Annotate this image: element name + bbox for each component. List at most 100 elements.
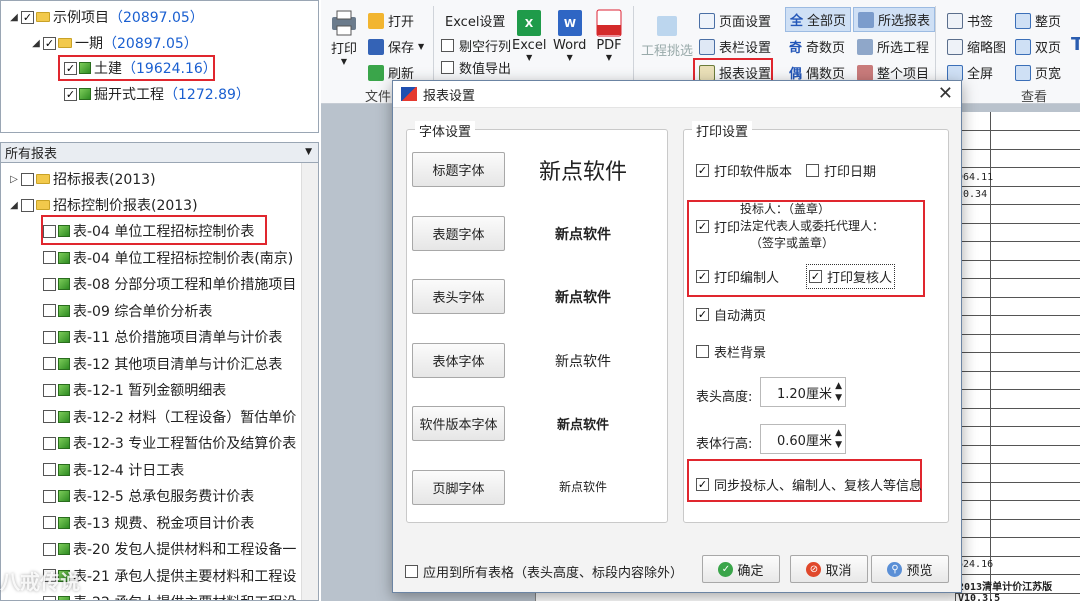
font-button[interactable]: 表头字体 bbox=[412, 279, 505, 314]
expand-icon[interactable]: ◢ bbox=[29, 38, 43, 49]
whole-page-button[interactable]: 整页 bbox=[1015, 11, 1061, 30]
report-item[interactable]: 表-21 承包人提供主要材料和工程设 bbox=[43, 566, 296, 586]
tree-node-phase[interactable]: ◢ ✓ 一期 （20897.05） bbox=[29, 33, 198, 53]
print-reviewer-checkbox[interactable]: ✓ 打印复核人 bbox=[806, 264, 896, 289]
reports-dropdown[interactable]: 所有报表 ▼ bbox=[0, 142, 319, 163]
save-button[interactable]: 保存 ▼ bbox=[368, 37, 424, 56]
report-item[interactable]: 表-20 发包人提供材料和工程设备一 bbox=[43, 539, 296, 559]
print-software-version-checkbox[interactable]: ✓ 打印软件版本 bbox=[696, 161, 792, 180]
print-bidder-checkbox[interactable]: ✓ 打印 bbox=[696, 217, 740, 236]
checkbox[interactable] bbox=[43, 463, 56, 476]
checkbox[interactable]: ✓ bbox=[64, 87, 77, 101]
selected-reports-button[interactable]: 所选报表 bbox=[853, 7, 936, 32]
checkbox[interactable] bbox=[43, 516, 56, 529]
checkbox[interactable]: ✓ bbox=[43, 36, 56, 50]
checkbox[interactable] bbox=[43, 436, 56, 450]
close-icon[interactable]: ✕ bbox=[938, 83, 953, 104]
collapse-icon[interactable]: ▷ bbox=[7, 174, 21, 185]
checkbox[interactable]: ✓ bbox=[809, 270, 822, 283]
font-button[interactable]: 标题字体 bbox=[412, 152, 505, 187]
report-group[interactable]: ▷ 招标报表(2013) bbox=[7, 169, 155, 189]
report-item[interactable]: 表-12 其他项目清单与计价汇总表 bbox=[43, 354, 282, 374]
report-item[interactable]: 表-09 综合单价分析表 bbox=[43, 301, 212, 321]
report-item[interactable]: 表-11 总价措施项目清单与计价表 bbox=[43, 327, 282, 347]
page-width-button[interactable]: 页宽 bbox=[1015, 63, 1061, 82]
sync-info-checkbox[interactable]: ✓ 同步投标人、编制人、复核人等信息 bbox=[696, 475, 922, 494]
odd-pages-button[interactable]: 奇奇数页 bbox=[789, 37, 845, 56]
report-item[interactable]: 表-13 规费、税金项目计价表 bbox=[43, 513, 254, 533]
report-item[interactable]: 表-12-3 专业工程暂估价及结算价表 bbox=[43, 433, 296, 453]
word-export-button[interactable]: W Word ▼ bbox=[553, 8, 586, 62]
spinner-arrows-icon[interactable]: ▲ ▼ bbox=[835, 427, 842, 451]
header-height-spinner[interactable]: 1.20厘米 ▲ ▼ bbox=[760, 377, 846, 407]
checkbox[interactable] bbox=[43, 357, 56, 370]
apply-all-checkbox[interactable]: 应用到所有表格（表头高度、标段内容除外） bbox=[405, 562, 683, 581]
column-settings-button[interactable]: 表栏设置 bbox=[699, 37, 771, 56]
report-item[interactable]: 表-04 单位工程招标控制价表(南京) bbox=[43, 248, 293, 268]
all-pages-button[interactable]: 全全部页 bbox=[785, 7, 852, 32]
export-values-checkbox[interactable]: 数值导出 bbox=[441, 58, 511, 77]
report-item[interactable]: 表-08 分部分项工程和单价措施项目 bbox=[43, 274, 296, 294]
excel-settings-button[interactable]: Excel设置 bbox=[445, 11, 505, 30]
report-item[interactable]: 表-12-5 总承包服务费计价表 bbox=[43, 486, 254, 506]
checkbox[interactable] bbox=[43, 251, 56, 264]
checkbox[interactable]: ✓ bbox=[696, 164, 709, 177]
auto-fill-page-checkbox[interactable]: ✓ 自动满页 bbox=[696, 305, 766, 324]
print-date-checkbox[interactable]: 打印日期 bbox=[806, 161, 876, 180]
checkbox[interactable] bbox=[43, 542, 56, 556]
checkbox[interactable] bbox=[43, 595, 56, 600]
excel-export-button[interactable]: X Excel ▼ bbox=[512, 8, 546, 62]
checkbox[interactable]: ✓ bbox=[696, 220, 709, 233]
print-compiler-checkbox[interactable]: ✓ 打印编制人 bbox=[696, 267, 779, 286]
report-item[interactable]: 表-12-2 材料（工程设备）暂估单价 bbox=[43, 407, 296, 427]
expand-icon[interactable]: ◢ bbox=[7, 12, 21, 23]
font-button[interactable]: 表体字体 bbox=[412, 342, 505, 378]
checkbox[interactable]: ✓ bbox=[696, 308, 709, 321]
open-button[interactable]: 打开 bbox=[368, 11, 414, 30]
checkbox[interactable] bbox=[696, 345, 709, 358]
checkbox[interactable] bbox=[43, 330, 56, 344]
report-item[interactable]: 表-22 承包人提供主要材料和工程设 bbox=[43, 592, 296, 600]
remove-empty-rows-checkbox[interactable]: 剔空行列 bbox=[441, 36, 511, 55]
ok-button[interactable]: ✓ 确定 bbox=[702, 555, 780, 583]
pdf-export-button[interactable]: PDF ▼ bbox=[595, 8, 623, 62]
text-icon[interactable]: T bbox=[1071, 34, 1080, 55]
checkbox[interactable] bbox=[43, 410, 56, 423]
checkbox[interactable] bbox=[806, 164, 819, 177]
checkbox[interactable] bbox=[43, 304, 56, 317]
double-page-button[interactable]: 双页 bbox=[1015, 37, 1061, 56]
tree-node-root[interactable]: ◢ ✓ 示例项目 （20897.05） bbox=[7, 7, 204, 27]
bookmark-button[interactable]: 书签 bbox=[947, 11, 993, 30]
report-item[interactable]: 表-12-1 暂列金额明细表 bbox=[43, 380, 226, 400]
checkbox[interactable]: ✓ bbox=[696, 478, 709, 491]
spinner-arrows-icon[interactable]: ▲ ▼ bbox=[835, 380, 842, 404]
chevron-down-icon[interactable]: ▼ bbox=[305, 147, 312, 157]
project-select-button[interactable]: 工程挑选 bbox=[641, 12, 693, 59]
checkbox[interactable]: ✓ bbox=[696, 270, 709, 283]
checkbox[interactable] bbox=[21, 172, 34, 186]
selected-projects-button[interactable]: 所选工程 bbox=[857, 37, 929, 56]
report-group[interactable]: ◢ 招标控制价报表(2013) bbox=[7, 195, 197, 215]
thumbnail-button[interactable]: 缩略图 bbox=[947, 37, 1006, 56]
tree-node-excavation[interactable]: ✓ 掘开式工程 （1272.89） bbox=[64, 84, 250, 104]
font-button[interactable]: 软件版本字体 bbox=[412, 406, 505, 441]
checkbox[interactable] bbox=[43, 489, 56, 503]
column-background-checkbox[interactable]: 表栏背景 bbox=[696, 342, 766, 361]
cancel-button[interactable]: ⊘ 取消 bbox=[790, 555, 868, 583]
report-item[interactable]: 表-12-4 计日工表 bbox=[43, 460, 184, 480]
font-button[interactable]: 表题字体 bbox=[412, 215, 505, 251]
checkbox[interactable]: ✓ bbox=[21, 10, 34, 24]
checkbox[interactable] bbox=[441, 61, 454, 74]
checkbox[interactable] bbox=[43, 383, 56, 397]
print-button[interactable]: 打印 ▼ bbox=[329, 8, 359, 66]
font-button[interactable]: 页脚字体 bbox=[412, 469, 505, 505]
checkbox[interactable] bbox=[21, 198, 34, 212]
page-settings-button[interactable]: 页面设置 bbox=[699, 11, 771, 30]
dialog-titlebar[interactable]: 报表设置 ✕ bbox=[393, 81, 961, 108]
row-height-spinner[interactable]: 0.60厘米 ▲ ▼ bbox=[760, 424, 846, 454]
checkbox[interactable] bbox=[43, 277, 56, 291]
checkbox[interactable] bbox=[405, 565, 418, 578]
preview-button[interactable]: ⚲ 预览 bbox=[871, 555, 949, 583]
checkbox[interactable] bbox=[441, 39, 454, 52]
vertical-scrollbar[interactable] bbox=[301, 163, 318, 600]
